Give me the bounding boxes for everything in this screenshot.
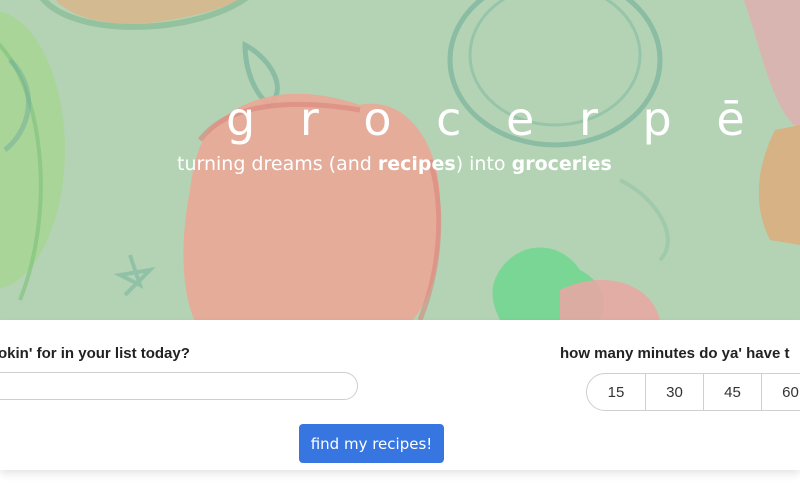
minutes-option-15[interactable]: 15: [587, 374, 645, 410]
tagline-bold-recipes: recipes: [377, 153, 456, 175]
minutes-option-60[interactable]: 60: [761, 374, 800, 410]
search-panel: okin' for in your list today? how many m…: [0, 320, 800, 470]
tagline: turning dreams (and recipes) into grocer…: [177, 153, 612, 175]
find-recipes-button[interactable]: find my recipes!: [299, 424, 444, 463]
list-question-label: okin' for in your list today?: [0, 345, 190, 362]
minutes-option-30[interactable]: 30: [645, 374, 703, 410]
tagline-part-2: ) into: [455, 153, 512, 175]
hero-banner: g r o c e r p ē turning dreams (and reci…: [0, 0, 800, 320]
brand-logo-text: g r o c e r p ē: [226, 92, 760, 146]
tagline-bold-groceries: groceries: [511, 153, 612, 175]
minutes-selector: 15 30 45 60: [586, 373, 800, 411]
minutes-question-label: how many minutes do ya' have t: [560, 345, 790, 362]
minutes-option-45[interactable]: 45: [703, 374, 761, 410]
ingredient-search-input[interactable]: [0, 372, 358, 400]
tagline-part-1: turning dreams (and: [177, 153, 378, 175]
